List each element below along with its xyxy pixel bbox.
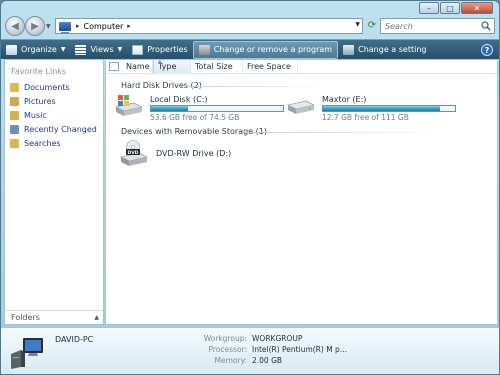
command-bar: Organize ▼ Views ▼ Properties Change or … <box>1 39 499 59</box>
caption-buttons: – □ ✕ <box>418 2 493 14</box>
memory-label: Memory: <box>214 356 247 365</box>
properties-icon <box>132 44 144 55</box>
search-box[interactable] <box>380 18 495 34</box>
group-divider <box>188 86 328 87</box>
forward-button[interactable]: ▶ <box>25 16 45 36</box>
favorite-link-recently-changed[interactable]: Recently Changed <box>10 122 97 136</box>
computer-icon <box>11 338 43 369</box>
favorite-link-music[interactable]: Music <box>10 108 97 122</box>
documents-icon <box>10 82 19 92</box>
favorite-links-title: Favorite Links <box>11 67 67 76</box>
views-button[interactable]: Views ▼ <box>70 41 127 59</box>
navigation-pane: Favorite Links Documents Pictures Music … <box>4 59 104 325</box>
properties-label: Properties <box>147 45 188 54</box>
drive-name: Local Disk (C:) <box>150 95 208 104</box>
address-dropdown-icon[interactable]: ▼ <box>355 21 360 28</box>
drive-name: Maxtor (E:) <box>322 95 367 104</box>
drive-dvd-rw-d[interactable]: DVD DVD-RW Drive (D:) <box>120 140 232 166</box>
breadcrumb-separator-icon[interactable]: ▸ <box>76 22 80 30</box>
workgroup-label: Workgroup: <box>203 334 247 343</box>
folders-toggle[interactable]: Folders ▲ <box>5 310 103 324</box>
pictures-icon <box>10 96 19 106</box>
computer-name: DAVID-PC <box>55 335 94 344</box>
capacity-fill <box>323 106 441 111</box>
sort-indicator-icon: ▲ <box>158 59 162 65</box>
favorite-link-label: Searches <box>24 138 61 148</box>
change-setting-label: Change a setting <box>358 45 427 54</box>
processor-label: Processor: <box>208 345 247 354</box>
favorite-link-label: Music <box>24 110 47 120</box>
close-button[interactable]: ✕ <box>461 2 493 14</box>
capacity-bar <box>322 105 456 112</box>
address-bar[interactable]: ▸ Computer ▸ ▼ <box>55 18 363 34</box>
drive-free-space: 53.6 GB free of 74.5 GB <box>150 113 240 122</box>
drive-local-disk-c[interactable]: Local Disk (C:) 53.6 GB free of 74.5 GB <box>114 94 284 122</box>
favorite-link-label: Pictures <box>24 96 56 106</box>
chevron-down-icon: ▼ <box>117 46 123 53</box>
recent-pages-dropdown[interactable]: ▼ <box>46 23 51 30</box>
memory-value: 2.00 GB <box>252 356 283 365</box>
organize-label: Organize <box>21 45 57 54</box>
workgroup-value: WORKGROUP <box>252 334 303 343</box>
properties-button[interactable]: Properties <box>127 41 192 59</box>
organize-button[interactable]: Organize ▼ <box>1 41 70 59</box>
column-header-total-size[interactable]: Total Size <box>191 60 243 74</box>
back-arrow-icon: ◀ <box>11 20 19 32</box>
group-divider <box>243 132 443 133</box>
favorite-link-label: Documents <box>24 82 70 92</box>
dvd-badge: DVD <box>128 150 139 156</box>
hard-disk-icon <box>286 94 316 118</box>
address-row: ◀ ▶ ▼ ▸ Computer ▸ ▼ ⟳ <box>1 15 499 37</box>
processor-value: Intel(R) Pentium(R) M p... <box>252 345 347 354</box>
content-pane: Name Type Total Size Free Space ▲ Hard D… <box>105 59 498 325</box>
favorite-link-documents[interactable]: Documents <box>10 80 97 94</box>
searches-icon <box>10 138 19 148</box>
music-icon <box>10 110 19 120</box>
capacity-bar <box>150 105 284 112</box>
drive-free-space: 12.7 GB free of 111 GB <box>322 113 409 122</box>
dvd-drive-icon: DVD <box>120 140 150 166</box>
organize-icon <box>6 44 17 55</box>
breadcrumb-computer[interactable]: Computer <box>84 22 124 31</box>
favorite-links-list: Documents Pictures Music Recently Change… <box>10 80 97 150</box>
views-label: Views <box>90 45 114 54</box>
computer-icon <box>59 21 71 34</box>
drive-name: DVD-RW Drive (D:) <box>156 149 232 158</box>
minimize-button[interactable]: – <box>419 2 439 14</box>
maximize-button[interactable]: □ <box>440 2 460 14</box>
control-panel-icon <box>343 44 355 55</box>
change-remove-program-label: Change or remove a program <box>213 45 333 54</box>
column-header-name[interactable]: Name <box>122 60 153 74</box>
change-remove-program-button[interactable]: Change or remove a program <box>192 40 339 59</box>
programs-icon <box>198 44 210 55</box>
column-header-free-space[interactable]: Free Space <box>243 60 298 74</box>
column-header-row: Name Type Total Size Free Space <box>106 60 497 74</box>
favorite-link-label: Recently Changed <box>24 124 97 134</box>
refresh-icon: ⟳ <box>367 20 377 31</box>
forward-arrow-icon: ▶ <box>31 20 39 32</box>
recently-changed-icon <box>10 124 19 134</box>
favorite-link-searches[interactable]: Searches <box>10 136 97 150</box>
drive-maxtor-e[interactable]: Maxtor (E:) 12.7 GB free of 111 GB <box>286 94 456 122</box>
explorer-window: – □ ✕ ◀ ▶ ▼ ▸ Computer ▸ ▼ ⟳ Organize ▼ <box>0 0 500 375</box>
search-input[interactable] <box>381 21 476 31</box>
breadcrumb-separator-icon[interactable]: ▸ <box>127 22 131 30</box>
chevron-down-icon: ▼ <box>60 46 66 53</box>
favorite-link-pictures[interactable]: Pictures <box>10 94 97 108</box>
select-all-checkbox[interactable] <box>109 62 119 71</box>
back-button[interactable]: ◀ <box>5 16 25 36</box>
help-button[interactable]: ? <box>481 43 493 56</box>
chevron-up-icon: ▲ <box>94 314 99 321</box>
details-pane: DAVID-PC Workgroup: WORKGROUP Processor:… <box>1 327 499 374</box>
folders-label: Folders <box>11 313 40 322</box>
refresh-button[interactable]: ⟳ <box>365 19 379 33</box>
local-disk-icon <box>114 94 144 118</box>
capacity-fill <box>151 106 188 111</box>
search-icon[interactable] <box>481 21 491 31</box>
views-icon <box>75 44 87 55</box>
change-setting-button[interactable]: Change a setting <box>338 41 431 59</box>
